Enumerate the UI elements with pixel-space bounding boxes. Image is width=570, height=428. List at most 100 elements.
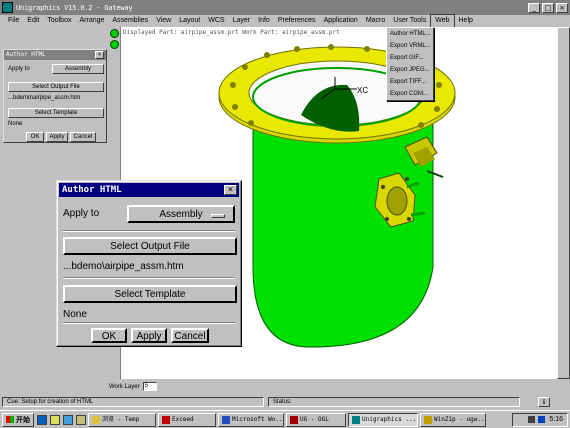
cue-line: Cue: Setup for creation of HTML [2, 397, 264, 407]
work-layer-input[interactable]: 5 [142, 382, 157, 391]
menu-application[interactable]: Application [320, 15, 362, 27]
author-html-dialog: Author HTML × Apply to Assembly Select O… [56, 180, 242, 347]
menu-arrange[interactable]: Arrange [75, 15, 108, 27]
task-label: Exceed [172, 415, 194, 423]
author-html-dialog-small: Author HTML × Apply to Assembly Select O… [3, 49, 107, 143]
apply-to-label: Apply to [8, 66, 30, 72]
winzip-icon [424, 415, 432, 424]
task-button-exceed[interactable]: Exceed [158, 412, 216, 427]
maximize-button[interactable]: □ [542, 2, 554, 13]
menu-item-export-vrml[interactable]: Export VRML... [387, 40, 433, 52]
template-value-text: None [63, 309, 87, 320]
quicklaunch-ie-icon[interactable] [37, 414, 47, 425]
task-button-unigraphics[interactable]: Unigraphics ... [348, 412, 418, 427]
work-layer-row: Work Layer 5 [109, 381, 570, 392]
apply-to-option-menu[interactable]: Assembly [52, 64, 104, 74]
menu-layout[interactable]: Layout [175, 15, 204, 27]
apply-button[interactable]: Apply [46, 132, 68, 142]
apply-to-value: Assembly [159, 209, 203, 220]
quicklaunch-desktop-icon[interactable] [63, 414, 73, 425]
green-status-icon[interactable] [110, 29, 119, 38]
ime-icon[interactable] [538, 416, 546, 423]
window-title: Unigraphics V15.0.2 - Gateway [16, 3, 133, 12]
menu-file[interactable]: File [4, 15, 23, 27]
task-label: WinZip - ugw... [434, 415, 486, 423]
select-output-file-button[interactable]: Select Output File [63, 237, 237, 255]
task-button-temp[interactable]: 浏览 - Temp [88, 412, 156, 427]
task-button-ug-ogl[interactable]: UG - OGL [286, 412, 346, 427]
window-title-bar: Unigraphics V15.0.2 - Gateway _ □ × [0, 0, 570, 15]
menu-assemblies[interactable]: Assemblies [108, 15, 152, 27]
ug-icon [290, 415, 298, 424]
output-path-text: ...bdemo\airpipe_assm.htm [8, 95, 81, 101]
word-icon [222, 415, 230, 424]
apply-to-label: Apply to [63, 208, 100, 219]
menu-help[interactable]: Help [455, 15, 477, 27]
apply-to-value: Assembly [64, 66, 91, 72]
quicklaunch-outlook-icon[interactable] [50, 414, 60, 425]
web-menu-dropdown: Author HTML... Export VRML... Export GIF… [386, 27, 434, 101]
clock: 5:16 [549, 416, 563, 423]
menu-bar: File Edit Toolbox Arrange Assemblies Vie… [0, 14, 570, 28]
start-button[interactable]: 开始 [2, 412, 34, 427]
cancel-button[interactable]: Cancel [70, 132, 96, 142]
separator [63, 230, 235, 232]
menu-info[interactable]: Info [254, 15, 274, 27]
windows-taskbar: 开始 浏览 - Temp Exceed Microsoft Wo... UG -… [0, 410, 570, 428]
close-icon[interactable]: × [224, 185, 237, 195]
task-label: Microsoft Wo... [232, 415, 284, 423]
menu-web[interactable]: Web [430, 14, 455, 28]
folder-icon [92, 415, 100, 424]
axis-label-xc: XC [357, 86, 368, 95]
option-menu-indicator-icon [211, 214, 225, 218]
close-icon[interactable]: × [95, 51, 104, 59]
menu-edit[interactable]: Edit [23, 15, 43, 27]
menu-macro[interactable]: Macro [362, 15, 389, 27]
menu-item-author-html[interactable]: Author HTML... [387, 28, 433, 40]
close-button[interactable]: × [556, 2, 568, 13]
start-label: 开始 [16, 416, 30, 424]
output-path-text: ...bdemo\airpipe_assm.htm [63, 261, 184, 272]
menu-wcs[interactable]: WCS [204, 15, 228, 27]
small-dialog-title-bar: Author HTML × [4, 50, 106, 60]
apply-to-option-menu[interactable]: Assembly [127, 205, 235, 223]
menu-view[interactable]: View [152, 15, 175, 27]
menu-item-export-tiff[interactable]: Export TIFF... [387, 76, 433, 88]
quicklaunch-channels-icon[interactable] [76, 414, 86, 425]
menu-user-tools[interactable]: User Tools [389, 15, 430, 27]
system-tray: 5:16 [512, 412, 568, 427]
menu-preferences[interactable]: Preferences [274, 15, 320, 27]
template-value-text: None [8, 121, 23, 127]
cue-status-bar: Cue: Setup for creation of HTML Status: … [0, 396, 570, 408]
task-label: Unigraphics ... [362, 415, 417, 423]
separator [63, 277, 235, 279]
ok-button[interactable]: OK [91, 328, 127, 343]
status-line: Status: [268, 397, 520, 407]
menu-toolbox[interactable]: Toolbox [43, 15, 75, 27]
apply-button[interactable]: Apply [131, 328, 167, 343]
select-output-file-button[interactable]: Select Output File [8, 82, 104, 92]
task-label: 浏览 - Temp [102, 415, 140, 423]
menu-layer[interactable]: Layer [229, 15, 255, 27]
task-button-winzip[interactable]: WinZip - ugw... [420, 412, 486, 427]
speaker-icon[interactable] [528, 416, 536, 423]
menu-item-export-gif[interactable]: Export GIF... [387, 52, 433, 64]
windows-logo-icon [6, 416, 14, 423]
green-status-icon[interactable] [110, 40, 119, 49]
exceed-icon [162, 415, 170, 424]
ok-button[interactable]: OK [26, 132, 44, 142]
select-template-button[interactable]: Select Template [63, 285, 237, 303]
separator [63, 322, 235, 324]
dialog-title-bar: Author HTML × [59, 183, 239, 197]
cancel-button[interactable]: Cancel [171, 328, 209, 343]
work-layer-label: Work Layer [109, 383, 140, 390]
select-template-button[interactable]: Select Template [8, 108, 104, 118]
info-icon[interactable]: i [538, 397, 550, 407]
right-scrollbar[interactable] [557, 27, 570, 379]
menu-item-export-cgm[interactable]: Export CGM... [387, 88, 433, 100]
minimize-button[interactable]: _ [528, 2, 540, 13]
task-button-word[interactable]: Microsoft Wo... [218, 412, 284, 427]
dialog-title: Author HTML [62, 185, 122, 195]
app-icon [2, 2, 13, 13]
menu-item-export-jpeg[interactable]: Export JPEG... [387, 64, 433, 76]
